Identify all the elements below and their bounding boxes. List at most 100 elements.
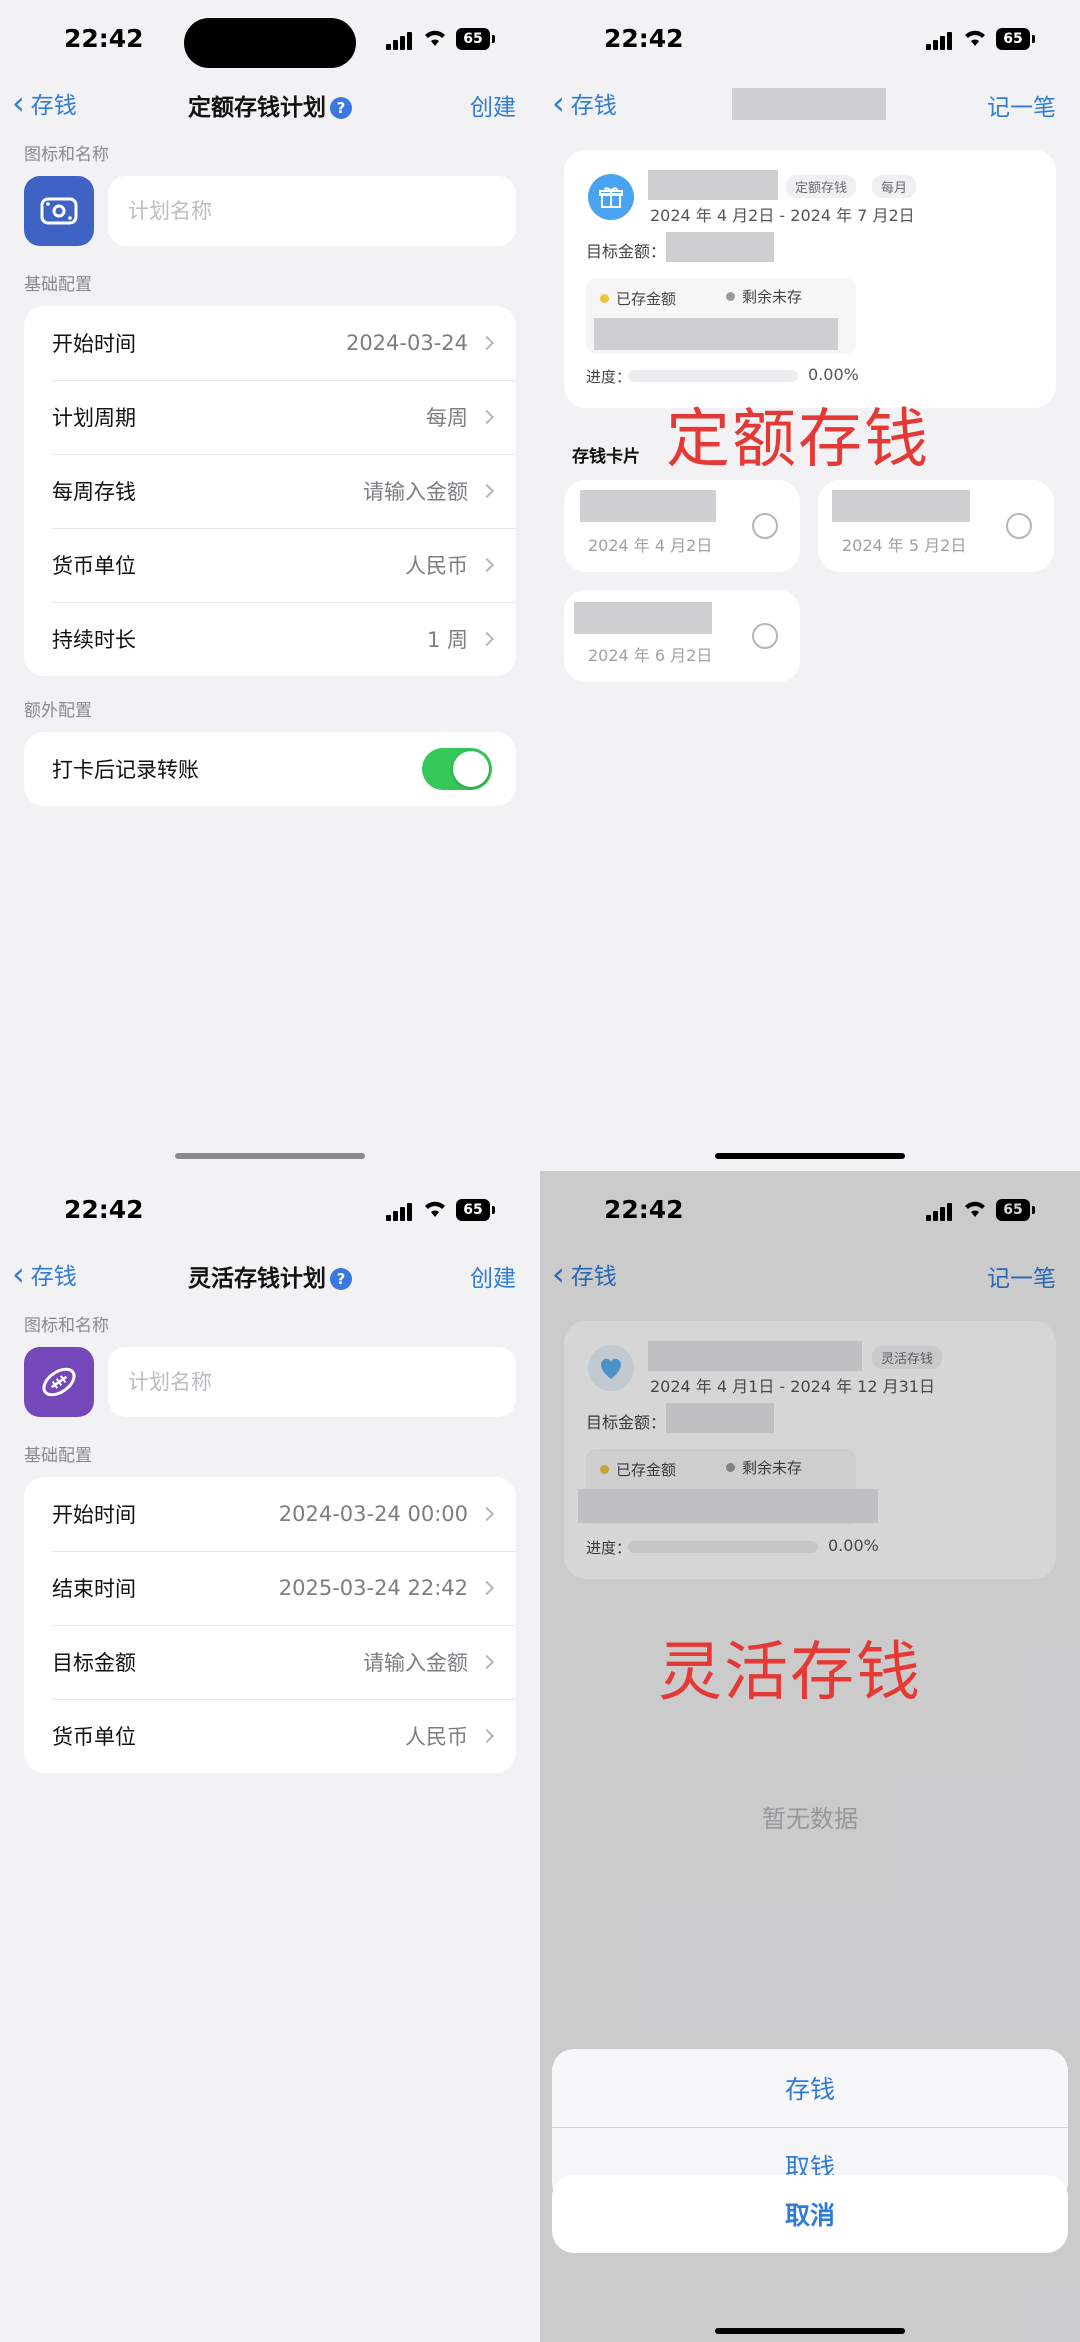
row-label: 货币单位 xyxy=(52,554,136,578)
chevron-right-icon xyxy=(479,483,495,499)
cards-section-title: 存钱卡片 xyxy=(572,447,640,467)
extra-config-group: 打卡后记录转账 xyxy=(24,732,516,806)
help-icon[interactable]: ? xyxy=(330,97,352,119)
row-label: 打卡后记录转账 xyxy=(52,758,199,782)
date-range: 2024 年 4 月2日 - 2024 年 7 月2日 xyxy=(650,206,915,225)
card-checkbox[interactable] xyxy=(752,513,778,539)
deposit-card[interactable]: 2024 年 6 月2日 xyxy=(564,590,800,682)
row-weekly-amount[interactable]: 每周存钱 请输入金额 xyxy=(24,454,516,528)
status-bar: 22:42 65 xyxy=(540,18,1080,62)
section-basic: 基础配置 xyxy=(24,1446,92,1466)
row-plan-period[interactable]: 计划周期 每周 xyxy=(24,380,516,454)
chevron-right-icon xyxy=(479,409,495,425)
overlay-label-flexible: 灵活存钱 xyxy=(658,1636,922,1710)
row-target-amount[interactable]: 目标金额 请输入金额 xyxy=(24,1625,516,1699)
row-start-time[interactable]: 开始时间 2024-03-24 00:00 xyxy=(24,1477,516,1551)
battery-icon: 65 xyxy=(456,28,495,50)
create-button[interactable]: 创建 xyxy=(470,88,516,122)
home-indicator xyxy=(715,1153,905,1159)
row-label: 结束时间 xyxy=(52,1577,136,1601)
cancel-sheet: 取消 xyxy=(552,2175,1068,2253)
card-date: 2024 年 4 月2日 xyxy=(588,536,713,555)
deposit-card[interactable]: 2024 年 4 月2日 xyxy=(564,480,800,572)
redacted-target-amount xyxy=(666,232,774,262)
progress-label: 进度： xyxy=(586,368,632,386)
card-checkbox[interactable] xyxy=(1006,513,1032,539)
card-date: 2024 年 5 月2日 xyxy=(842,536,967,555)
nav-bar: ‹ 存钱 灵活存钱计划? 创建 xyxy=(0,1253,540,1297)
target-label: 目标金额： xyxy=(586,242,667,261)
row-label: 每周存钱 xyxy=(52,480,136,504)
add-record-button[interactable]: 记一笔 xyxy=(987,88,1056,122)
cellular-signal-icon xyxy=(386,1203,416,1221)
chevron-right-icon xyxy=(479,1728,495,1744)
status-bar: 22:42 65 xyxy=(0,18,540,68)
chevron-right-icon xyxy=(479,1580,495,1596)
overlay-label-fixed: 定额存钱 xyxy=(666,403,930,477)
toggle-knob xyxy=(453,751,489,787)
row-label: 目标金额 xyxy=(52,1651,136,1675)
row-value: 人民币 xyxy=(405,554,468,578)
page-title: 灵活存钱计划? xyxy=(0,1259,540,1293)
redacted-amount xyxy=(574,602,712,634)
section-icon-name: 图标和名称 xyxy=(24,1316,109,1336)
nav-bar: ‹ 存钱 记一笔 xyxy=(540,82,1080,126)
status-time: 22:42 xyxy=(64,1195,144,1224)
card-checkbox[interactable] xyxy=(752,623,778,649)
deposit-option[interactable]: 存钱 xyxy=(552,2049,1068,2127)
plan-icon-picker[interactable] xyxy=(24,176,94,246)
row-label: 开始时间 xyxy=(52,332,136,356)
title-text: 灵活存钱计划 xyxy=(188,1266,326,1292)
battery-icon: 65 xyxy=(996,28,1035,50)
row-label: 开始时间 xyxy=(52,1503,136,1527)
cellular-signal-icon xyxy=(926,32,956,50)
row-currency[interactable]: 货币单位 人民币 xyxy=(24,528,516,602)
plan-summary-card[interactable]: 定额存钱 每月 2024 年 4 月2日 - 2024 年 7 月2日 目标金额… xyxy=(564,150,1056,408)
chevron-right-icon xyxy=(479,335,495,351)
status-bar: 22:42 65 xyxy=(0,1189,540,1233)
row-start-time[interactable]: 开始时间 2024-03-24 xyxy=(24,306,516,380)
wifi-icon xyxy=(425,1201,445,1217)
record-transfer-toggle[interactable] xyxy=(422,748,492,790)
amount-box: 已存金额 剩余未存 xyxy=(586,278,856,354)
row-duration[interactable]: 持续时长 1 周 xyxy=(24,602,516,676)
fixed-plan-create-screen: 22:42 65 ‹存钱 定额存钱计划? 创建 图标和名称 基础配置 开始时间 2… xyxy=(0,0,540,1171)
create-button[interactable]: 创建 xyxy=(470,1259,516,1293)
row-record-transfer: 打卡后记录转账 xyxy=(24,732,516,806)
row-value: 2024-03-24 xyxy=(345,331,468,355)
cellular-signal-icon xyxy=(386,32,416,50)
plan-name-input[interactable] xyxy=(108,176,516,246)
money-icon xyxy=(40,197,78,225)
row-value: 请输入金额 xyxy=(363,1651,468,1675)
help-icon[interactable]: ? xyxy=(330,1268,352,1290)
row-value: 人民币 xyxy=(405,1725,468,1749)
saved-legend: 已存金额 xyxy=(600,288,676,309)
card-date: 2024 年 6 月2日 xyxy=(588,646,713,665)
plan-icon-picker[interactable] xyxy=(24,1347,94,1417)
section-icon-name: 图标和名称 xyxy=(24,145,109,165)
battery-icon: 65 xyxy=(456,1199,495,1221)
dynamic-island xyxy=(184,18,356,68)
back-label: 存钱 xyxy=(570,93,617,119)
basic-config-group: 开始时间 2024-03-24 计划周期 每周 每周存钱 请输入金额 货币单位 人民币 … xyxy=(24,306,516,676)
fixed-plan-detail-screen: 22:42 65 ‹ 存钱 记一笔 定额存钱 每月 2024 年 4 月2日 - … xyxy=(540,0,1080,1171)
home-indicator xyxy=(175,1153,365,1159)
row-value: 2025-03-24 22:42 xyxy=(278,1576,468,1600)
football-icon xyxy=(42,1367,76,1397)
row-currency[interactable]: 货币单位 人民币 xyxy=(24,1699,516,1773)
row-end-time[interactable]: 结束时间 2025-03-24 22:42 xyxy=(24,1551,516,1625)
redacted-plan-name xyxy=(648,170,778,200)
wifi-icon xyxy=(965,30,985,46)
flexible-plan-create-screen: 22:42 65 ‹存钱 灵活存钱计划? 创建 图标和名称 基础配置 开始时间 2… xyxy=(0,1171,540,2342)
row-value: 请输入金额 xyxy=(363,480,468,504)
plan-name-input[interactable] xyxy=(108,1347,516,1417)
section-basic: 基础配置 xyxy=(24,275,92,295)
wifi-icon xyxy=(425,30,445,46)
row-value: 每周 xyxy=(426,406,468,430)
back-button[interactable]: ‹ 存钱 xyxy=(552,86,617,120)
cancel-button[interactable]: 取消 xyxy=(552,2175,1068,2253)
remaining-legend: 剩余未存 xyxy=(726,286,802,307)
row-value: 2024-03-24 00:00 xyxy=(278,1502,468,1526)
deposit-card[interactable]: 2024 年 5 月2日 xyxy=(818,480,1054,572)
chevron-right-icon xyxy=(479,557,495,573)
